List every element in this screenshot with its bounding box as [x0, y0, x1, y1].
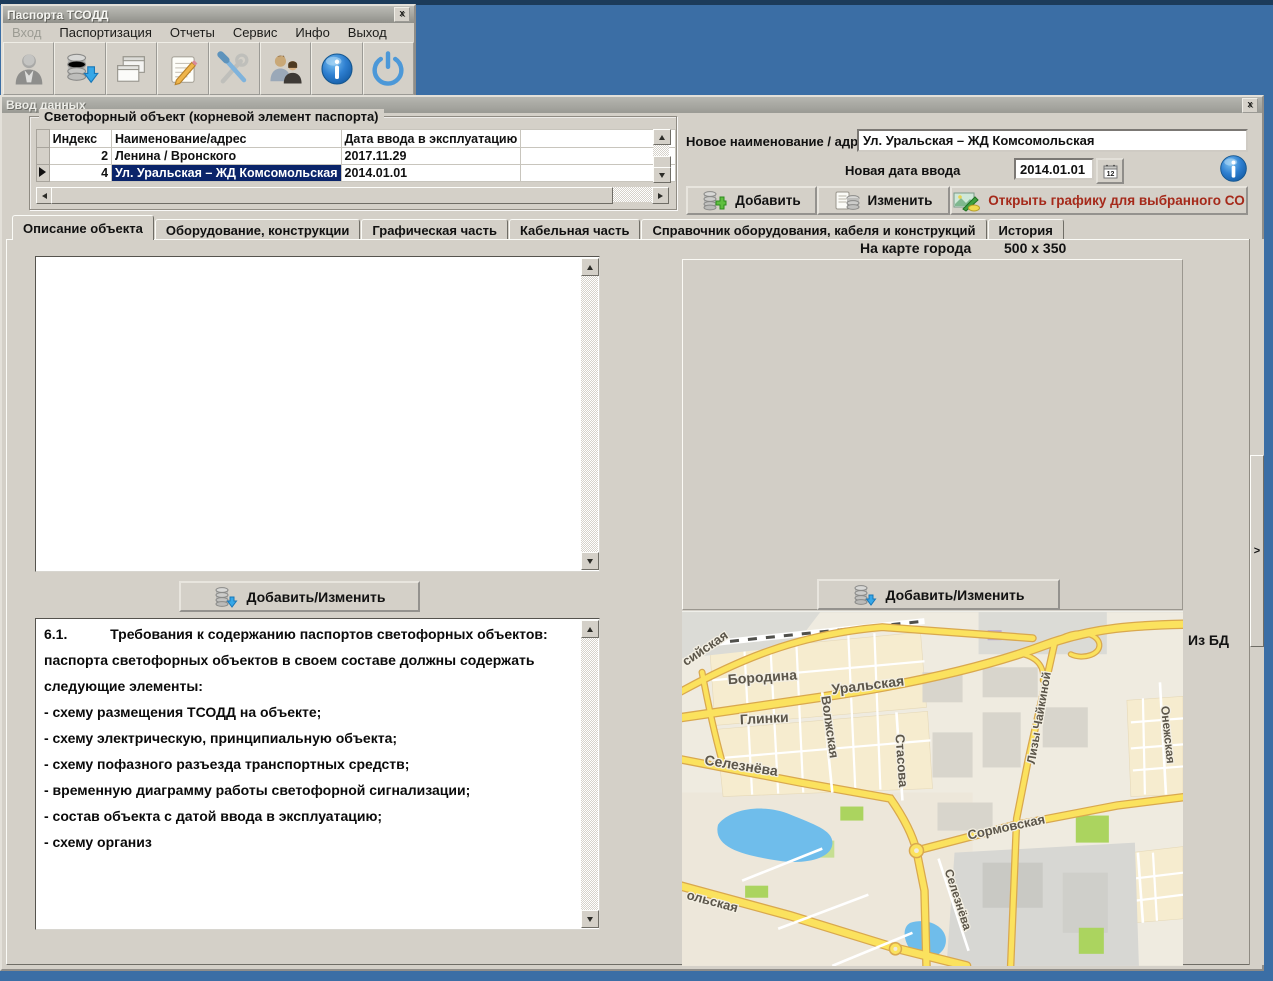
expand-panel-button[interactable]: >	[1250, 455, 1264, 647]
scroll-up-button[interactable]	[653, 129, 671, 145]
new-date-label: Новая дата ввода	[845, 163, 961, 178]
database-add-icon	[703, 190, 727, 210]
table-row-selected[interactable]: 4 Ул. Уральская – ЖД Комсомольская 2014.…	[36, 164, 676, 182]
desktop: { "main_window": { "title": "Паспорта ТС…	[0, 0, 1273, 981]
toolbar-exit-button[interactable]	[362, 42, 414, 95]
side-panel-strip: >	[1249, 239, 1264, 965]
objects-table[interactable]: Индекс Наименование/адрес Дата ввода в э…	[36, 129, 676, 182]
windows-cascade-icon	[117, 55, 146, 82]
table-row[interactable]: 2 Ленина / Вронского 2017.11.29	[36, 147, 676, 165]
main-window-titlebar[interactable]: Паспорта ТСОДД x	[3, 6, 414, 23]
col-name: Наименование/адрес	[111, 129, 342, 148]
description-textbox[interactable]	[35, 256, 600, 572]
groupbox-label: Светофорный объект (корневой элемент пас…	[39, 109, 384, 124]
toolbar-windows-button[interactable]	[105, 42, 158, 95]
scroll-down-button[interactable]	[653, 167, 671, 183]
main-window-title: Паспорта ТСОДД	[7, 7, 109, 22]
toolbar-database-button[interactable]	[54, 42, 106, 95]
arrow-left-icon	[42, 192, 47, 199]
scroll-up-button[interactable]	[581, 258, 599, 276]
map-placeholder-panel	[682, 259, 1183, 610]
map-caption: На карте города	[860, 240, 972, 256]
new-date-input[interactable]	[1014, 158, 1094, 180]
calendar-icon: 12	[1103, 164, 1117, 178]
requirements-textbox[interactable]: 6.1. Требования к содержанию паспортов с…	[35, 618, 600, 930]
user-icon	[15, 53, 43, 85]
menu-item-vhod: Вход	[12, 25, 42, 40]
toolbar-users-button[interactable]	[259, 42, 312, 95]
add-button[interactable]: Добавить	[686, 186, 817, 215]
description-add-edit-button[interactable]: Добавить/Изменить	[179, 581, 420, 612]
toolbar-notes-button[interactable]	[157, 42, 209, 95]
arrow-down-icon	[587, 916, 593, 922]
traffic-object-groupbox: Светофорный объект (корневой элемент пас…	[29, 109, 677, 210]
toolbar-info-button[interactable]	[311, 42, 363, 95]
requirements-text: 6.1. Требования к содержанию паспортов с…	[44, 626, 548, 850]
data-entry-close-button[interactable]: x	[1242, 97, 1258, 113]
info-icon	[1220, 155, 1247, 182]
col-date: Дата ввода в эксплуатацию	[340, 129, 522, 148]
scroll-down-button[interactable]	[581, 910, 599, 928]
edit-button[interactable]: Изменить	[817, 186, 950, 215]
data-entry-window: Ввод данных x Светофорный объект (корнев…	[0, 95, 1264, 971]
scroll-right-button[interactable]	[652, 187, 669, 204]
arrow-right-icon	[658, 192, 663, 199]
table-header-row: Индекс Наименование/адрес Дата ввода в э…	[36, 129, 676, 148]
edit-database-icon	[835, 191, 860, 210]
menu-item-otchety[interactable]: Отчеты	[161, 23, 224, 42]
database-download-icon	[67, 53, 99, 83]
menu-item-servis[interactable]: Сервис	[224, 23, 287, 42]
street-label: Глинки	[739, 709, 789, 728]
power-icon	[372, 50, 404, 86]
from-db-label: Из БД	[1188, 632, 1229, 648]
menu-item-vyhod[interactable]: Выход	[339, 23, 396, 42]
requirements-vscrollbar[interactable]	[581, 620, 599, 928]
arrow-down-icon	[587, 558, 593, 564]
arrow-up-icon	[659, 134, 665, 140]
form-info-button[interactable]	[1217, 152, 1250, 185]
main-window: Паспорта ТСОДД x Вход Паспортизация Отче…	[1, 4, 416, 100]
notepad-pencil-icon	[171, 55, 198, 85]
city-map-image: сийская Бородина Уральская Глинки Волжск…	[682, 612, 1183, 966]
col-index: Индекс	[48, 129, 113, 148]
menu-item-pasportizaciya[interactable]: Паспортизация	[50, 23, 160, 42]
menu-bar: Вход Паспортизация Отчеты Сервис Инфо Вы…	[3, 23, 414, 42]
svg-text:12: 12	[1106, 171, 1114, 178]
hscroll-thumb[interactable]	[51, 187, 613, 204]
tab-kabelnaya[interactable]: Кабельная часть	[508, 219, 641, 240]
tab-istoriya[interactable]: История	[987, 219, 1064, 240]
toolbar	[3, 42, 414, 95]
tab-spravochnik[interactable]: Справочник оборудования, кабеля и констр…	[641, 219, 987, 240]
row-selector-icon	[39, 167, 46, 177]
open-graphics-button[interactable]: Открыть графику для выбранного СО	[950, 186, 1248, 215]
users-icon	[270, 55, 302, 83]
map-size-label: 500 x 350	[1004, 240, 1067, 256]
main-window-close-button[interactable]: x	[394, 7, 410, 22]
tab-oborudovanie[interactable]: Оборудование, конструкции	[154, 219, 361, 240]
scroll-down-button[interactable]	[581, 552, 599, 570]
description-vscrollbar[interactable]	[581, 258, 599, 570]
open-graphics-icon	[953, 192, 981, 212]
toolbar-tools-button[interactable]	[208, 42, 260, 95]
tools-icon	[217, 50, 249, 83]
new-name-input[interactable]	[857, 129, 1248, 152]
tab-opisanie-obekta[interactable]: Описание объекта	[12, 215, 154, 240]
database-download-icon	[854, 584, 877, 606]
map-add-edit-button[interactable]: Добавить/Изменить	[817, 579, 1060, 610]
scroll-up-button[interactable]	[581, 620, 599, 638]
arrow-up-icon	[587, 626, 593, 632]
new-name-label: Новое наименование / адрес	[686, 134, 873, 149]
arrow-up-icon	[587, 264, 593, 270]
arrow-down-icon	[659, 172, 665, 178]
toolbar-login-button[interactable]	[3, 42, 55, 95]
calendar-button[interactable]: 12	[1096, 158, 1124, 184]
info-icon	[321, 52, 353, 85]
menu-item-info[interactable]: Инфо	[286, 23, 338, 42]
city-map[interactable]: сийская Бородина Уральская Глинки Волжск…	[682, 611, 1183, 966]
tab-graficheskaya[interactable]: Графическая часть	[361, 219, 508, 240]
database-download-icon	[215, 586, 238, 608]
table-hscrollbar[interactable]	[36, 187, 669, 204]
table-vscrollbar[interactable]	[653, 129, 671, 183]
tab-bar: Описание объекта Оборудование, конструкц…	[12, 215, 1065, 240]
